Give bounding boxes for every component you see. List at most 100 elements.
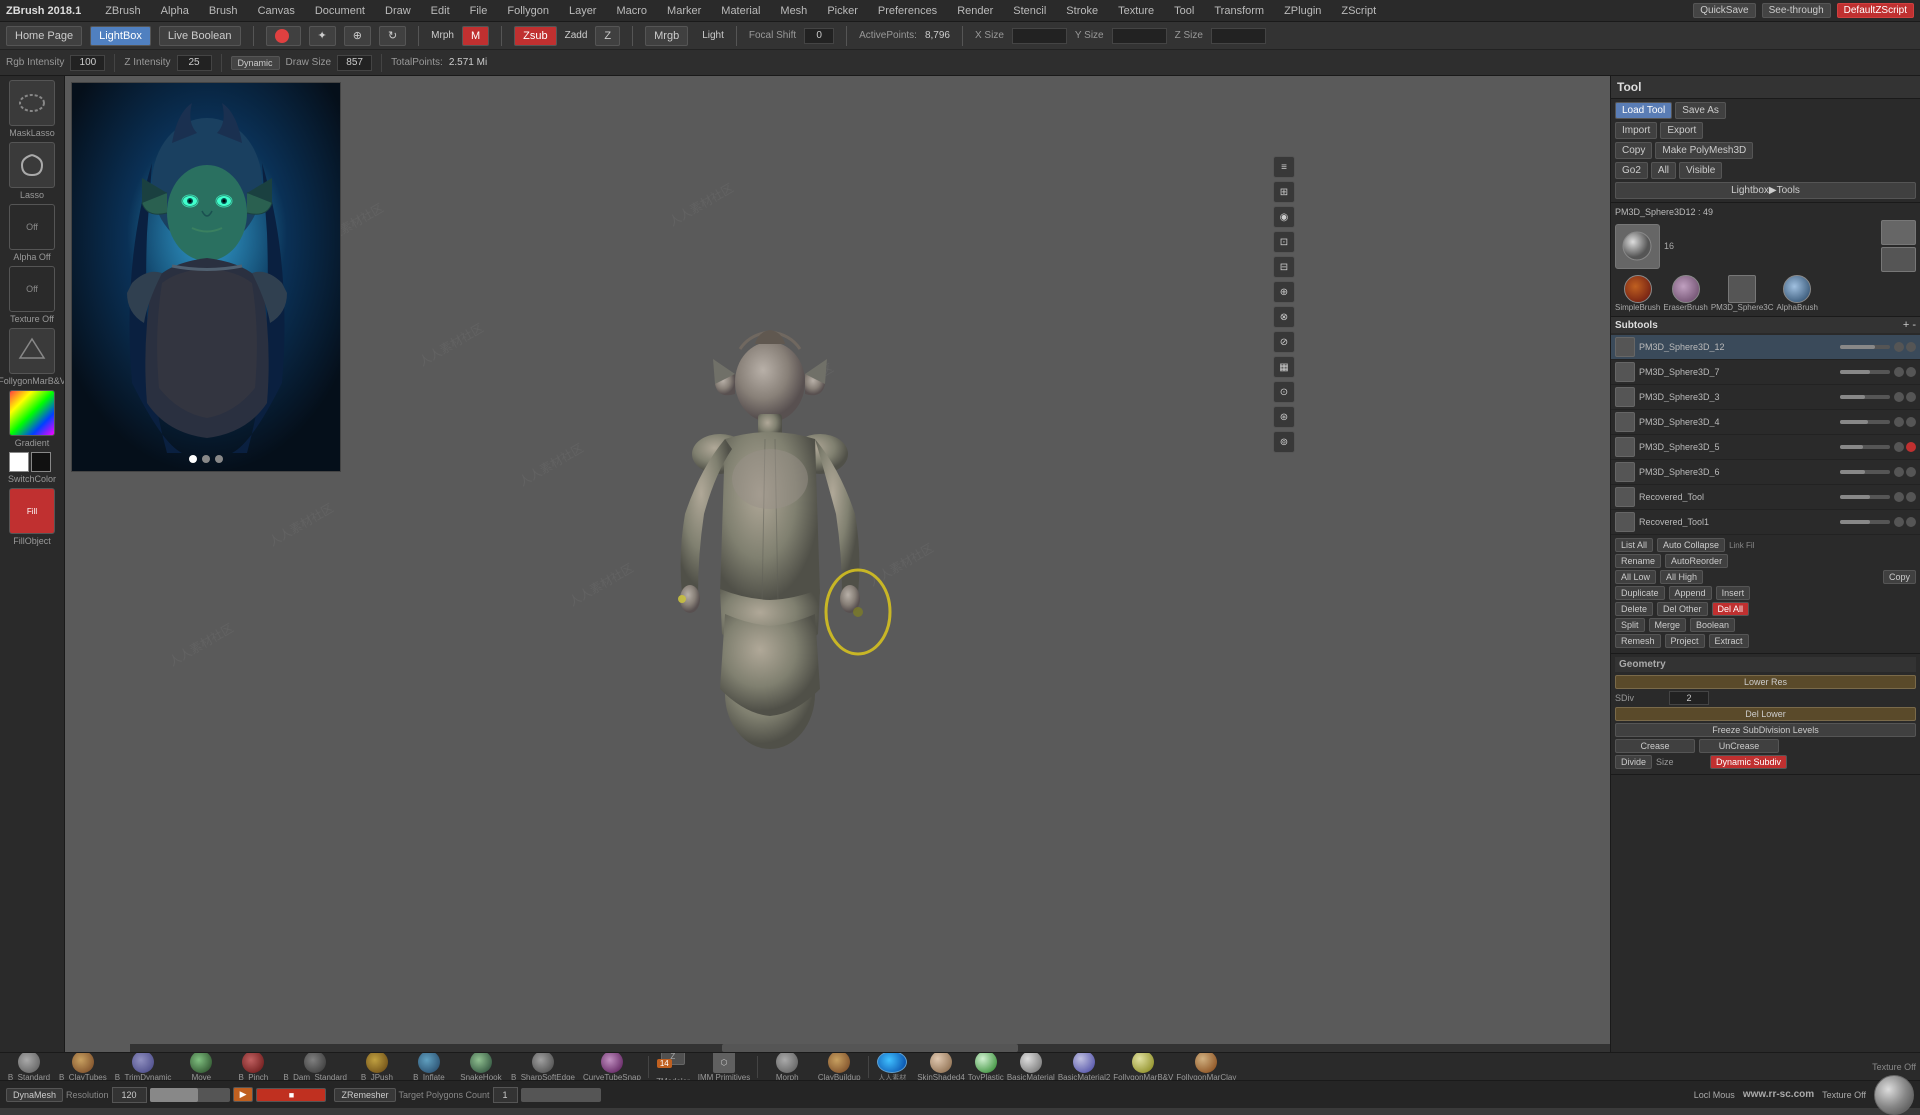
imm-primitives-item[interactable]: ⬡ IMM Primitives (695, 1052, 753, 1080)
mini-btn-9[interactable]: ▦ (1273, 356, 1295, 378)
uncrease-button[interactable]: UnCrease (1699, 739, 1779, 753)
import-button[interactable]: Import (1615, 122, 1657, 139)
brush-b-trimdynamic[interactable]: B_TrimDynamic (112, 1052, 175, 1080)
carousel-dot-1[interactable] (189, 455, 197, 463)
mini-btn-7[interactable]: ⊗ (1273, 306, 1295, 328)
menu-file[interactable]: File (466, 3, 492, 19)
visible-button[interactable]: Visible (1679, 162, 1722, 179)
target-poly-slider[interactable] (521, 1088, 601, 1102)
crease-button[interactable]: Crease (1615, 739, 1695, 753)
menu-stencil[interactable]: Stencil (1009, 3, 1050, 19)
menu-texture[interactable]: Texture (1114, 3, 1158, 19)
clay-buildup-item[interactable]: ClayBuildup (814, 1052, 864, 1080)
merge-button[interactable]: Merge (1649, 618, 1687, 632)
eraser-brush[interactable]: EraserBrush (1663, 275, 1707, 312)
scale-icon-button[interactable]: ⊕ (344, 26, 371, 46)
mini-btn-4[interactable]: ⊡ (1273, 231, 1295, 253)
white-swatch[interactable] (9, 452, 29, 472)
subtool-slider-3[interactable] (1840, 420, 1890, 424)
subtool-lock-5[interactable] (1906, 467, 1916, 477)
subtool-slider-1[interactable] (1840, 370, 1890, 374)
subtool-eye-7[interactable] (1894, 517, 1904, 527)
divide-button[interactable]: Divide (1615, 755, 1652, 769)
del-other-button[interactable]: Del Other (1657, 602, 1708, 616)
brush-snakehook[interactable]: SnakeHook (456, 1052, 506, 1080)
switch-color-tool[interactable]: SwitchColor (4, 452, 60, 484)
menu-alpha[interactable]: Alpha (157, 3, 193, 19)
copy-button[interactable]: Copy (1615, 142, 1652, 159)
subtool-slider-4[interactable] (1840, 445, 1890, 449)
menu-material[interactable]: Material (717, 3, 764, 19)
mini-btn-12[interactable]: ⊚ (1273, 431, 1295, 453)
boolean-button[interactable]: Boolean (1690, 618, 1735, 632)
quicksave-button[interactable]: QuickSave (1693, 3, 1755, 18)
draw-size-input[interactable] (337, 55, 372, 71)
brush-curve[interactable]: CurveTubeSnap (580, 1052, 644, 1080)
menu-zplugin[interactable]: ZPlugin (1280, 3, 1325, 19)
toy-plastic[interactable]: ToyPlastic (968, 1052, 1004, 1080)
rename-button[interactable]: Rename (1615, 554, 1661, 568)
subtool-item-2[interactable]: PM3D_Sphere3D_3 (1611, 385, 1920, 410)
pm3d-sphere3d-c[interactable]: PM3D_Sphere3C (1711, 275, 1774, 312)
brush-b-claytubes[interactable]: B_ClayTubes (56, 1052, 110, 1080)
z-intensity-input[interactable] (177, 55, 212, 71)
menu-render[interactable]: Render (953, 3, 997, 19)
home-page-button[interactable]: Home Page (6, 26, 82, 46)
menu-transform[interactable]: Transform (1210, 3, 1268, 19)
subtool-item-6[interactable]: Recovered_Tool (1611, 485, 1920, 510)
see-through-button[interactable]: See-through (1762, 3, 1831, 18)
export-button[interactable]: Export (1660, 122, 1703, 139)
basic-material2[interactable]: BasicMaterial2 (1058, 1052, 1110, 1080)
subtool-lock-2[interactable] (1906, 392, 1916, 402)
menu-edit[interactable]: Edit (427, 3, 454, 19)
color-swatch-tool[interactable]: Gradient (4, 390, 60, 448)
brush-preview-ball[interactable] (1874, 1075, 1914, 1115)
zadd-z-button[interactable]: Z (595, 26, 620, 46)
sdiv-input[interactable] (1669, 691, 1709, 705)
move-icon-button[interactable]: ✦ (309, 26, 336, 46)
subtool-slider-7[interactable] (1840, 520, 1890, 524)
texture-off-tool[interactable]: Off Texture Off (4, 266, 60, 324)
subtool-eye-6[interactable] (1894, 492, 1904, 502)
all-high-button[interactable]: All High (1660, 570, 1703, 584)
subtool-slider-2[interactable] (1840, 395, 1890, 399)
black-swatch[interactable] (31, 452, 51, 472)
menu-zbrush[interactable]: ZBrush (101, 3, 144, 19)
mini-btn-3[interactable]: ◉ (1273, 206, 1295, 228)
carousel-dot-2[interactable] (202, 455, 210, 463)
subtool-lock-3[interactable] (1906, 417, 1916, 427)
subtool-item-0[interactable]: PM3D_Sphere3D_12 (1611, 335, 1920, 360)
brush-b-inflate[interactable]: B_Inflate (404, 1052, 454, 1080)
follygon-bv[interactable]: FollygonMarB&V (1113, 1052, 1173, 1080)
zremesher-button[interactable]: ZRemesher (334, 1088, 395, 1102)
menu-preferences[interactable]: Preferences (874, 3, 941, 19)
delete-button[interactable]: Delete (1615, 602, 1653, 616)
mini-btn-2[interactable]: ⊞ (1273, 181, 1295, 203)
menu-mesh[interactable]: Mesh (776, 3, 811, 19)
subtool-lock-4[interactable] (1906, 442, 1916, 452)
subtool-eye-4[interactable] (1894, 442, 1904, 452)
freeze-subdiv-button[interactable]: Freeze SubDivision Levels (1615, 723, 1916, 737)
fill-object-tool[interactable]: Fill FillObject (4, 488, 60, 546)
basic-material[interactable]: BasicMaterial (1007, 1052, 1055, 1080)
subtool-lock-1[interactable] (1906, 367, 1916, 377)
go2-button[interactable]: Go2 (1615, 162, 1648, 179)
subtool-lock-6[interactable] (1906, 492, 1916, 502)
rotate-icon-button[interactable]: ↻ (379, 26, 406, 46)
brush-b-push[interactable]: B_JPush (352, 1052, 402, 1080)
resolution-input[interactable] (112, 1087, 147, 1103)
subtool-slider-5[interactable] (1840, 470, 1890, 474)
menu-document[interactable]: Document (311, 3, 369, 19)
target-poly-input[interactable] (493, 1087, 518, 1103)
remesh-button[interactable]: Remesh (1615, 634, 1661, 648)
project-button[interactable]: Project (1665, 634, 1705, 648)
all-low-button[interactable]: All Low (1615, 570, 1656, 584)
dynamic-label[interactable]: Dynamic (231, 56, 280, 70)
subtool-eye-2[interactable] (1894, 392, 1904, 402)
carousel-dot-3[interactable] (215, 455, 223, 463)
brush-b-pinch[interactable]: B_Pinch (228, 1052, 278, 1080)
subtool-lock-0[interactable] (1906, 342, 1916, 352)
current-tool-thumb[interactable] (1615, 224, 1660, 269)
save-as-button[interactable]: Save As (1675, 102, 1726, 119)
subtool-slider-0[interactable] (1840, 345, 1890, 349)
